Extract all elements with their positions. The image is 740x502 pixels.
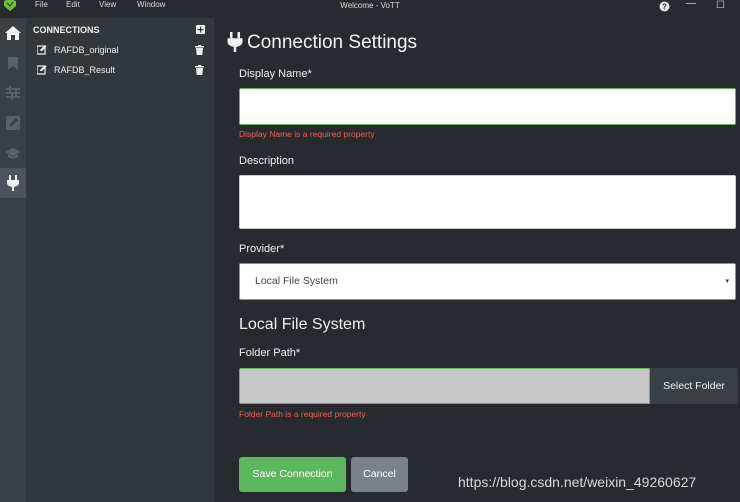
folder-path-label: Folder Path* (239, 347, 301, 359)
plug-icon[interactable] (0, 168, 26, 198)
display-name-input[interactable] (239, 88, 736, 125)
provider-select[interactable]: Local File System ▾ (239, 263, 736, 300)
description-input[interactable] (239, 175, 736, 229)
display-name-label: Display Name* (239, 68, 312, 80)
minimize-icon[interactable]: — (686, 0, 696, 10)
page-title: Connection Settings (247, 32, 418, 53)
add-connection-icon[interactable] (196, 25, 205, 34)
bookmark-icon[interactable] (0, 48, 26, 78)
title-bar: File Edit View Window Welcome - VoTT ? —… (0, 0, 740, 12)
folder-path-input[interactable] (239, 368, 650, 404)
description-label: Description (239, 155, 295, 167)
connection-item[interactable]: RAFDB_Result (37, 63, 207, 77)
cancel-button[interactable]: Cancel (351, 457, 408, 492)
connections-header: CONNECTIONS (33, 25, 100, 35)
watermark-text: https://blog.csdn.net/weixin_49260627 (458, 474, 697, 490)
edit-square-icon[interactable] (0, 108, 26, 138)
help-icon[interactable]: ? (659, 0, 670, 16)
maximize-icon[interactable]: ☐ (716, 0, 725, 12)
connection-label: RAFDB_Result (54, 65, 116, 75)
connection-item[interactable]: RAFDB_original (37, 43, 207, 57)
chevron-down-icon: ▾ (725, 278, 729, 285)
sliders-icon[interactable] (0, 78, 26, 108)
edit-icon[interactable] (37, 65, 47, 75)
select-folder-button[interactable]: Select Folder (650, 368, 738, 404)
display-name-error: Display Name is a required property (239, 129, 375, 139)
connection-label: RAFDB_original (54, 45, 119, 55)
help-glyph: ? (662, 2, 667, 11)
window-title: Welcome - VoTT (340, 1, 400, 10)
provider-selected-value: Local File System (255, 275, 338, 287)
connections-panel: CONNECTIONS RAFDB_original RAFDB_Result (26, 18, 214, 502)
folder-path-error: Folder Path is a required property (239, 409, 366, 419)
section-title: Local File System (239, 316, 366, 333)
save-connection-button[interactable]: Save Connection (239, 457, 346, 492)
home-icon[interactable] (0, 18, 26, 48)
trash-icon[interactable] (195, 45, 204, 55)
connection-settings-form: Connection Settings Display Name* Displa… (214, 18, 740, 502)
icon-rail (0, 18, 26, 502)
graduation-cap-icon[interactable] (0, 138, 26, 168)
trash-icon[interactable] (195, 65, 204, 75)
plug-icon (227, 32, 243, 52)
edit-icon[interactable] (37, 45, 47, 55)
provider-label: Provider* (239, 243, 285, 255)
